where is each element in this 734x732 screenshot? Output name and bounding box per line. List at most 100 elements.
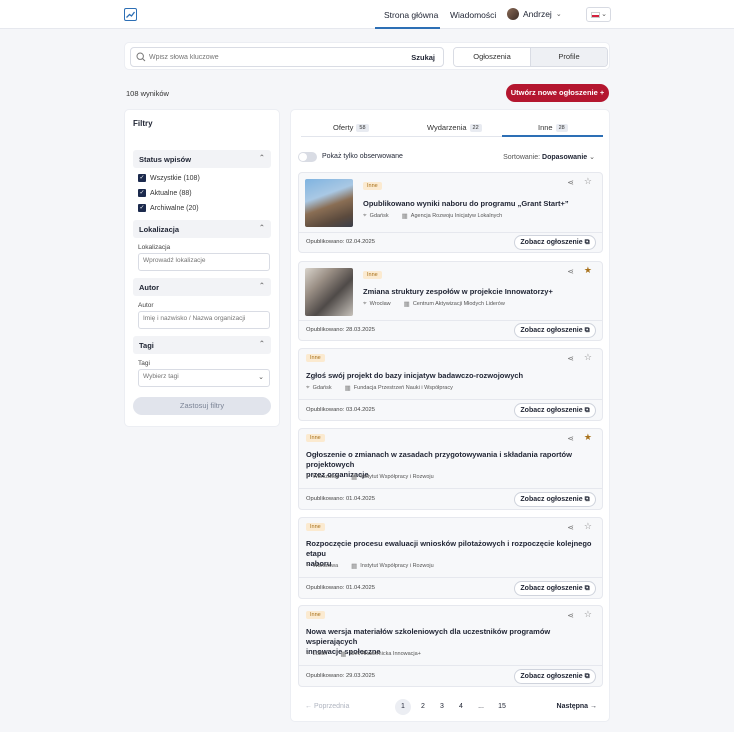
see-announcement-button[interactable]: Zobacz ogłoszenie ⧉	[514, 323, 596, 338]
nav-home[interactable]: Strona główna	[384, 10, 438, 20]
building-icon: ▦	[401, 213, 408, 220]
sort-label: Sortowanie:	[503, 154, 541, 161]
page-button[interactable]: 1	[395, 699, 411, 715]
tags-select[interactable]: ⌄	[138, 369, 270, 387]
published-date: Opublikowano: 02.04.2025	[306, 239, 375, 245]
search-field[interactable]: Szukaj	[130, 47, 444, 67]
button-label: Zobacz ogłoszenie	[520, 496, 583, 503]
announcement-title[interactable]: Zmiana struktury zespołów w projekcie In…	[363, 287, 553, 297]
card-divider	[299, 577, 602, 578]
announcement-meta: ⌖ Gdańsk ▦ Fundacja Przestrzeń Nauki i Wsp…	[306, 384, 453, 392]
location-field[interactable]	[138, 253, 270, 271]
location-pin-icon: ⌖	[306, 562, 310, 569]
star-icon[interactable]: ☆	[584, 609, 592, 620]
share-icon[interactable]: ⋖	[567, 523, 574, 532]
share-icon[interactable]: ⋖	[567, 267, 574, 276]
category-tag: Inne	[306, 354, 325, 362]
chevron-up-icon: ⌃	[258, 281, 265, 290]
status-section-header[interactable]: Status wpisów ⌃	[133, 150, 271, 168]
star-icon[interactable]: ☆	[584, 352, 592, 363]
create-announcement-button[interactable]: Utwórz nowe ogłoszenie +	[506, 84, 609, 102]
organization: Agencja Rozwoju Inicjatyw Lokalnych	[410, 213, 503, 219]
category-tag: Inne	[363, 271, 382, 279]
organization: Instytut Współpracy i Rozwoju	[360, 474, 434, 480]
see-announcement-button[interactable]: Zobacz ogłoszenie ⧉	[514, 492, 596, 507]
switch-announcements[interactable]: Ogłoszenia	[454, 48, 531, 66]
see-announcement-button[interactable]: Zobacz ogłoszenie ⧉	[514, 581, 596, 596]
external-link-icon: ⧉	[584, 407, 590, 414]
sort-select[interactable]: Sortowanie: Dopasowanie ⌄	[503, 153, 595, 161]
checkbox-label: Aktualne (88)	[150, 189, 192, 197]
announcement-title[interactable]: Zgłoś swój projekt do bazy inicjatyw bad…	[306, 371, 523, 381]
tab-other[interactable]: Inne 28	[538, 123, 568, 132]
city: Gdańsk	[312, 385, 332, 391]
announcement-meta: ⌖ Warszawa ▦ Instytut Współpracy i Rozwoju	[306, 562, 434, 570]
share-icon[interactable]: ⋖	[567, 611, 574, 620]
share-icon[interactable]: ⋖	[567, 434, 574, 443]
location-input[interactable]	[143, 257, 263, 264]
language-select[interactable]: ⌄	[586, 7, 611, 22]
tab-events[interactable]: Wydarzenia 22	[427, 123, 482, 132]
announcement-title[interactable]: Opublikowano wyniki naboru do programu „…	[363, 199, 569, 209]
watched-only-toggle[interactable]	[298, 152, 317, 162]
tags-input[interactable]	[143, 373, 263, 380]
page-button[interactable]: 15	[494, 699, 510, 715]
button-label: Zobacz ogłoszenie	[520, 585, 583, 592]
published-date: Opublikowano: 28.03.2025	[306, 327, 375, 333]
building-icon: ▦	[351, 474, 358, 481]
user-menu[interactable]: Andrzej ⌄	[507, 8, 562, 20]
nav-active-indicator	[375, 27, 440, 29]
share-icon[interactable]: ⋖	[567, 354, 574, 363]
apply-filters-button[interactable]: Zastosuj filtry	[133, 397, 271, 415]
author-input[interactable]	[143, 315, 263, 322]
app-logo-icon[interactable]	[124, 8, 137, 21]
category-tag: Inne	[363, 182, 382, 190]
card-divider	[299, 399, 602, 400]
see-announcement-button[interactable]: Zobacz ogłoszenie ⧉	[514, 235, 596, 250]
page-button[interactable]: 2	[415, 699, 431, 715]
content-type-switch: Ogłoszenia Profile	[453, 47, 608, 67]
author-section-header[interactable]: Autor ⌃	[133, 278, 271, 296]
title-line: Ogłoszenie o zmianach w zasadach przygot…	[306, 450, 572, 469]
page-button[interactable]: 4	[453, 699, 469, 715]
city: Lublin	[312, 651, 328, 657]
nav-messages[interactable]: Wiadomości	[450, 10, 496, 20]
next-page-button[interactable]: Następna →	[557, 699, 597, 715]
status-archived-checkbox[interactable]: ✓ Archiwalne (20)	[138, 204, 199, 212]
see-announcement-button[interactable]: Zobacz ogłoszenie ⧉	[514, 669, 596, 684]
star-filled-icon[interactable]: ★	[584, 432, 592, 443]
organization: Instytut Współpracy i Rozwoju	[360, 563, 434, 569]
announcement-card: Inne ⋖ ☆ Rozpoczęcie procesu ewaluacji w…	[298, 517, 603, 599]
tags-section-title: Tagi	[139, 341, 154, 350]
announcement-meta: ⌖ Gdańsk ▦ Agencja Rozwoju Inicjatyw Lokal…	[363, 212, 502, 220]
star-filled-icon[interactable]: ★	[584, 265, 592, 276]
card-divider	[299, 488, 602, 489]
location-section-header[interactable]: Lokalizacja ⌃	[133, 220, 271, 238]
tab-offers[interactable]: Oferty 58	[333, 123, 369, 132]
announcement-image	[305, 179, 353, 227]
announcement-card: Inne ⋖ ☆ Opublikowano wyniki naboru do p…	[298, 172, 603, 253]
star-icon[interactable]: ☆	[584, 521, 592, 532]
card-divider	[299, 665, 602, 666]
tags-section-header[interactable]: Tagi ⌃	[133, 336, 271, 354]
organization: Centrum Aktywizacji Młodych Liderów	[412, 301, 505, 307]
chevron-down-icon: ⌄	[258, 374, 264, 381]
published-date: Opublikowano: 29.03.2025	[306, 673, 375, 679]
status-all-checkbox[interactable]: ✓ Wszystkie (108)	[138, 174, 200, 182]
pagination: ← Poprzednia 1 2 3 4 ... 15 Następna →	[291, 699, 611, 715]
star-icon[interactable]: ☆	[584, 176, 592, 187]
published-date: Opublikowano: 03.04.2025	[306, 407, 375, 413]
share-icon[interactable]: ⋖	[567, 178, 574, 187]
search-icon	[136, 52, 146, 62]
status-current-checkbox[interactable]: ✓ Aktualne (88)	[138, 189, 192, 197]
search-button[interactable]: Szukaj	[411, 53, 435, 62]
search-input[interactable]	[149, 51, 399, 64]
published-date: Opublikowano: 01.04.2025	[306, 496, 375, 502]
building-icon: ▦	[344, 385, 351, 392]
switch-profiles[interactable]: Profile	[531, 48, 607, 66]
page-button[interactable]: 3	[434, 699, 450, 715]
author-field[interactable]	[138, 311, 270, 329]
city: Gdańsk	[369, 213, 389, 219]
prev-page-button[interactable]: ← Poprzednia	[305, 699, 349, 715]
see-announcement-button[interactable]: Zobacz ogłoszenie ⧉	[514, 403, 596, 418]
